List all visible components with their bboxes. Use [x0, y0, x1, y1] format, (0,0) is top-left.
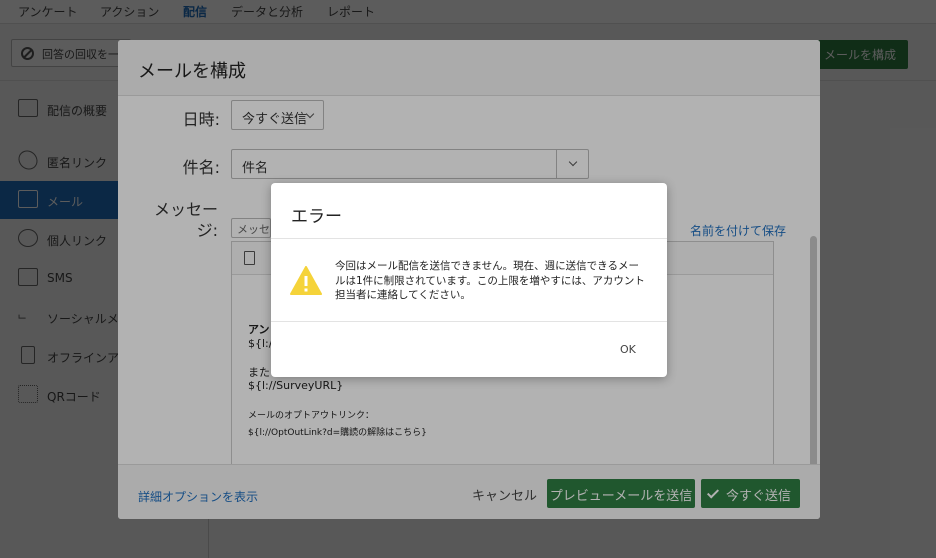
error-message: 今回はメール配信を送信できません。現在、週に送信できるメールは1件に制限されてい… — [335, 260, 645, 301]
divider — [271, 238, 667, 239]
divider — [271, 321, 667, 322]
ok-button[interactable]: OK — [620, 343, 636, 356]
error-title: エラー — [291, 207, 342, 227]
warning-icon — [290, 266, 322, 295]
error-dialog: エラー 今回はメール配信を送信できません。現在、週に送信できるメールは1件に制限… — [271, 183, 667, 377]
